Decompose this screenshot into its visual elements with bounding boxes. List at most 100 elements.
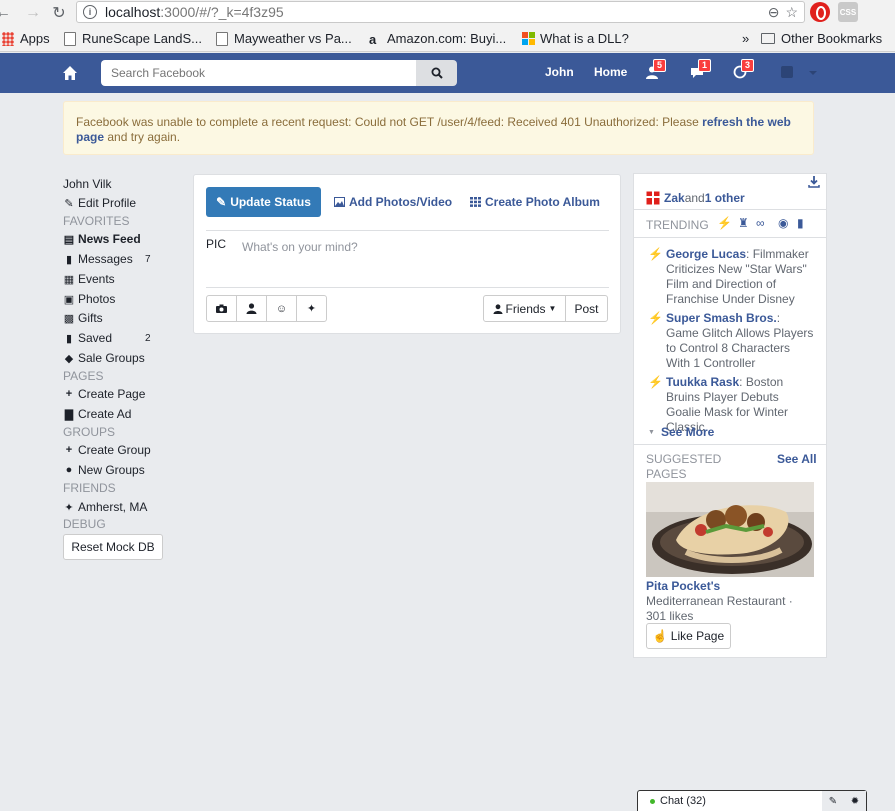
bookmark-amazon[interactable]: a Amazon.com: Buyi... [369, 31, 506, 47]
user-icon: ● [65, 464, 73, 476]
css-extension-icon[interactable]: CSS [838, 2, 858, 22]
back-arrow-icon[interactable]: ← [0, 2, 14, 24]
bookmark-label: Mayweather vs Pa... [234, 31, 352, 46]
science-filter-icon[interactable]: ∞ [756, 216, 765, 230]
trend-title[interactable]: Super Smash Bros. [666, 311, 777, 325]
divider [206, 230, 609, 231]
notifications-button[interactable]: 3 [733, 59, 755, 81]
download-icon[interactable] [808, 176, 820, 191]
home-icon[interactable] [62, 65, 78, 81]
sidebar-item-create-ad[interactable]: ▇ Create Ad [63, 406, 132, 422]
reload-icon[interactable]: ↻ [48, 2, 70, 24]
trending-item[interactable]: Super Smash Bros.: Game Glitch Allows Pl… [666, 311, 814, 371]
bookmark-runescape[interactable]: RuneScape LandS... [64, 31, 202, 46]
tab-update-status[interactable]: ✎ Update Status [206, 187, 321, 217]
trend-title[interactable]: Tuukka Rask [666, 375, 739, 389]
chat-tools: ✎ ✹ [822, 791, 866, 811]
bookmark-icon: ▮ [65, 332, 73, 345]
bookmark-label: Other Bookmarks [781, 31, 883, 46]
alert-text: Facebook was unable to complete a recent… [76, 115, 703, 129]
calendar-icon: ▦ [63, 273, 75, 286]
birthday-name[interactable]: Zak [664, 191, 685, 205]
zoom-icon[interactable]: ⊖ [768, 4, 780, 21]
chat-bar[interactable]: Chat (32) ✎ ✹ [637, 790, 867, 811]
info-icon[interactable]: i [83, 5, 97, 19]
star-icon[interactable]: ☆ [785, 4, 798, 21]
sidebar-item-label: Sale Groups [78, 351, 145, 365]
plus-icon: + [65, 444, 73, 456]
sidebar-item-news-feed[interactable]: ▤ News Feed [63, 231, 141, 247]
messages-badge: 1 [698, 59, 712, 72]
camera-icon [216, 304, 227, 313]
pushpin-icon: ✦ [306, 303, 317, 315]
reset-mock-db-button[interactable]: Reset Mock DB [63, 534, 163, 560]
entertainment-filter-icon[interactable]: ▮ [797, 216, 804, 230]
friend-requests-badge: 5 [653, 59, 667, 72]
trend-title[interactable]: George Lucas [666, 247, 746, 261]
sidebar-item-label: Create Group [78, 443, 151, 457]
folder-icon [761, 33, 775, 44]
sidebar-item-saved[interactable]: ▮ Saved 2 [63, 330, 163, 346]
sidebar-item-edit-profile[interactable]: ✎ Edit Profile [63, 195, 136, 211]
smiley-icon: ☺ [275, 302, 288, 315]
birthday-reminder[interactable]: Zak and 1 other [646, 191, 745, 205]
notifications-badge: 3 [741, 59, 755, 72]
suggested-page-name[interactable]: Pita Pocket's [646, 579, 720, 593]
alert-text-end: and try again. [104, 130, 181, 144]
pencil-icon[interactable]: ✎ [829, 796, 837, 807]
sidebar-item-messages[interactable]: ▮ Messages 7 [63, 251, 163, 267]
feeling-button[interactable]: ☺ [266, 295, 297, 322]
see-more-link[interactable]: ▼ See More [648, 425, 714, 439]
government-filter-icon[interactable]: ♜ [738, 216, 749, 230]
privacy-lock-icon[interactable] [781, 66, 793, 78]
sidebar-item-amherst[interactable]: ✦ Amherst, MA [63, 499, 147, 515]
sidebar-item-events[interactable]: ▦ Events [63, 271, 115, 287]
comment-icon: ▮ [65, 253, 73, 266]
sidebar-item-sale-groups[interactable]: ◆ Sale Groups [63, 350, 145, 366]
sidebar-user-name[interactable]: John Vilk [63, 176, 111, 192]
birthday-other[interactable]: 1 other [705, 191, 745, 205]
messages-button[interactable]: 1 [690, 59, 712, 81]
gear-icon[interactable]: ✹ [851, 796, 859, 807]
suggested-page-image[interactable] [646, 482, 814, 577]
bookmark-mayweather[interactable]: Mayweather vs Pa... [216, 31, 352, 46]
sidebar-item-create-page[interactable]: + Create Page [63, 386, 146, 402]
tab-create-album[interactable]: Create Photo Album [470, 195, 600, 209]
sidebar-item-create-group[interactable]: + Create Group [63, 442, 151, 458]
forward-arrow-icon[interactable]: → [22, 2, 44, 24]
bolt-filter-icon[interactable]: ⚡ [717, 216, 732, 230]
profile-link[interactable]: John [545, 65, 574, 79]
tag-friends-button[interactable] [236, 295, 267, 322]
tab-label: Update Status [230, 195, 311, 209]
bookmark-other[interactable]: Other Bookmarks [761, 31, 882, 46]
audience-selector[interactable]: Friends ▼ [483, 295, 566, 322]
status-input[interactable] [242, 239, 602, 255]
online-dot-icon [650, 798, 655, 804]
bookmark-dll[interactable]: What is a DLL? [522, 31, 629, 46]
sidebar-item-new-groups[interactable]: ● New Groups [63, 462, 145, 478]
tab-add-photos[interactable]: Add Photos/Video [334, 195, 452, 209]
friend-requests-button[interactable]: 5 [645, 59, 667, 81]
bookmark-apps[interactable]: Apps [2, 31, 50, 46]
sports-filter-icon[interactable]: ◉ [778, 216, 788, 230]
search-button[interactable] [416, 60, 457, 86]
address-bar[interactable]: i localhost:3000/#/?_k=4f3z95 ⊖ ☆ [76, 1, 805, 23]
trending-label: TRENDING [646, 218, 709, 232]
account-caret-icon[interactable] [809, 71, 817, 75]
url-host: localhost [105, 4, 161, 20]
tags-icon: ◆ [64, 352, 74, 365]
trending-item[interactable]: George Lucas: Filmmaker Criticizes New "… [666, 247, 814, 307]
check-in-button[interactable]: ✦ [296, 295, 327, 322]
post-button[interactable]: Post [565, 295, 608, 322]
like-page-button[interactable]: ☝ Like Page [646, 623, 731, 649]
camera-button[interactable] [206, 295, 237, 322]
opera-extension-icon[interactable] [810, 2, 830, 22]
home-link[interactable]: Home [594, 65, 627, 79]
bookmarks-overflow-button[interactable]: » [742, 31, 749, 46]
newspaper-icon: ▤ [63, 233, 75, 246]
sidebar-item-photos[interactable]: ▣ Photos [63, 291, 116, 307]
picture-icon [334, 197, 345, 207]
search-input[interactable] [101, 60, 419, 86]
see-all-link[interactable]: See All [777, 452, 817, 466]
sidebar-item-gifts[interactable]: ▩ Gifts [63, 310, 103, 326]
